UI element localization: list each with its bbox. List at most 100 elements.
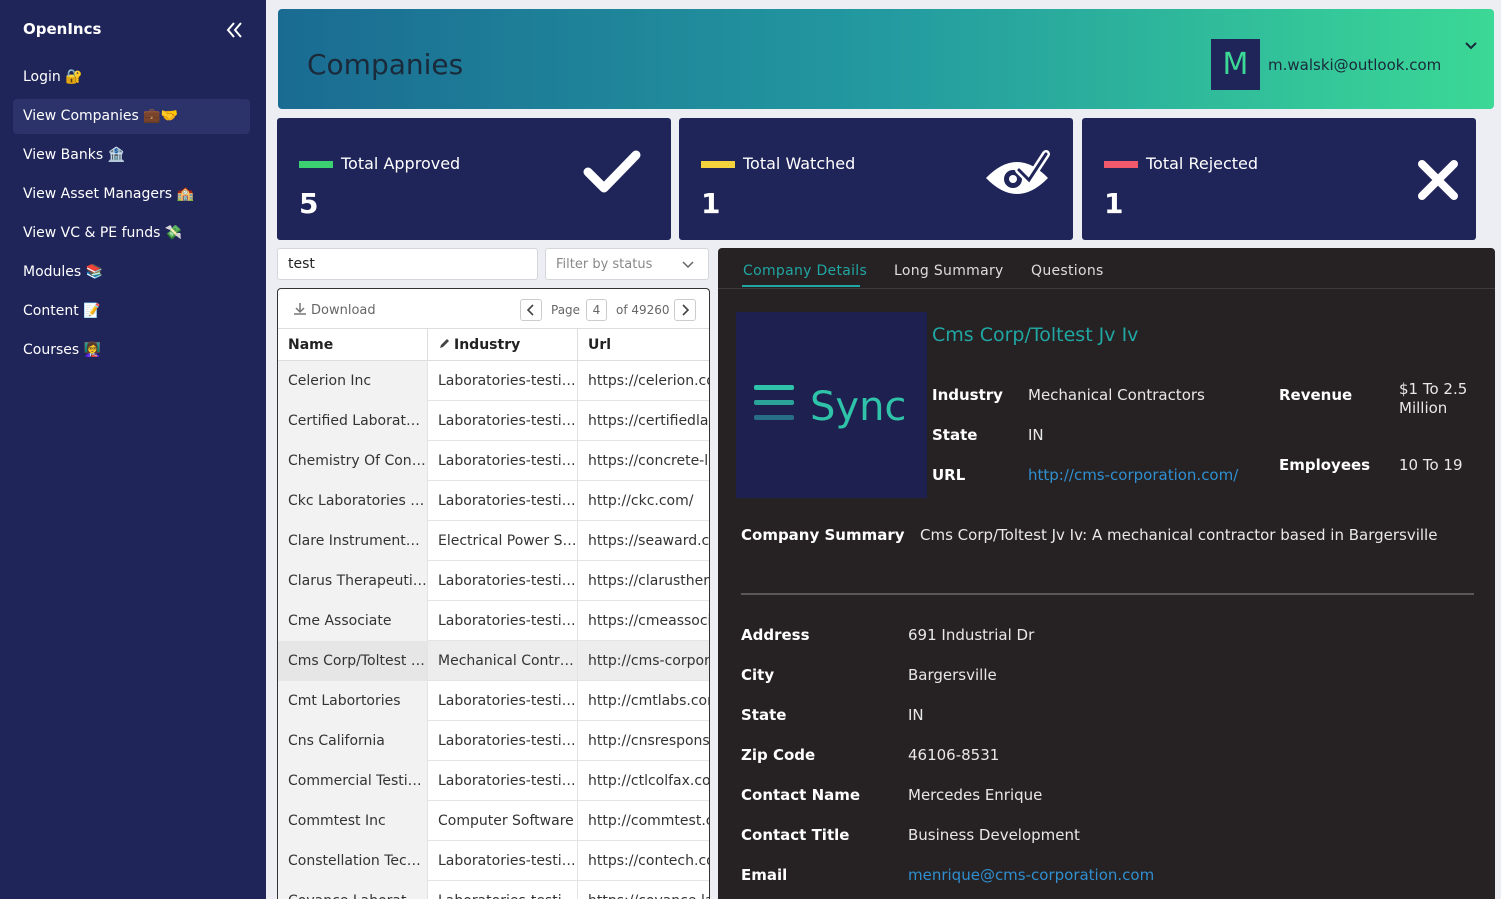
eye-check-icon xyxy=(986,150,1050,194)
sidebar-item-content[interactable]: Content 📝 xyxy=(13,294,250,329)
prev-page-button[interactable] xyxy=(520,299,542,321)
company-name: Cms Corp/Toltest Jv Iv xyxy=(932,324,1139,346)
download-label: Download xyxy=(311,303,376,318)
sidebar: OpenIncs Login 🔐 View Companies 💼🤝 View … xyxy=(0,0,266,899)
cell-url: https://covance.la... xyxy=(578,881,709,899)
cell-name: Cme Associate xyxy=(278,601,428,641)
download-button[interactable]: Download xyxy=(293,302,376,318)
stat-label: Total Rejected xyxy=(1146,154,1259,173)
sidebar-item-view-vc-pe-funds[interactable]: View VC & PE funds 💸 xyxy=(13,216,250,251)
cell-name: Cns California xyxy=(278,721,428,761)
table-row[interactable]: Covance Laborat...Laboratories-testinght… xyxy=(278,881,709,899)
collapse-sidebar-icon[interactable] xyxy=(225,20,243,40)
sidebar-item-login[interactable]: Login 🔐 xyxy=(13,60,250,95)
search-input[interactable] xyxy=(277,248,538,280)
cell-industry: Laboratories-testing xyxy=(428,761,578,801)
email-label: Email xyxy=(741,866,788,884)
page-title: Companies xyxy=(307,48,464,81)
table-row[interactable]: Constellation Tech... Laboratories-testin… xyxy=(278,841,709,881)
chevron-down-icon[interactable] xyxy=(1464,39,1478,53)
cell-name: Cmt Labortories xyxy=(278,681,428,721)
cell-industry: Laboratories-testing xyxy=(428,361,578,401)
user-email[interactable]: m.walski@outlook.com xyxy=(1268,56,1441,74)
table-row[interactable]: Commercial Testin... Laboratories-testing… xyxy=(278,761,709,801)
column-header-url[interactable]: Url xyxy=(578,329,709,361)
page-label: Page xyxy=(551,303,581,317)
sidebar-item-modules[interactable]: Modules 📚 xyxy=(13,255,250,290)
table-row[interactable]: Cns California Laboratories-testing http:/… xyxy=(278,721,710,761)
section-divider xyxy=(741,593,1474,595)
cell-name: Chemistry Of Conc... xyxy=(278,441,428,481)
contact-state-value: IN xyxy=(908,706,924,724)
sidebar-item-view-banks[interactable]: View Banks 🏦 xyxy=(13,138,250,173)
cell-industry: Computer Software xyxy=(428,801,578,841)
page-total: of 49260 xyxy=(616,303,670,317)
column-header-industry[interactable]: Industry xyxy=(428,329,578,361)
status-filter-select[interactable]: Filter by status xyxy=(545,248,709,280)
cell-name: Cms Corp/Toltest J... xyxy=(278,641,428,681)
table-row[interactable]: Clare Instruments I... Electrical Power S… xyxy=(278,521,709,561)
city-value: Bargersville xyxy=(908,666,997,684)
cell-url: https://concrete-la... xyxy=(588,453,709,469)
table-row[interactable]: Cms Corp/Toltest J... Mechanical Contra..… xyxy=(278,641,709,681)
company-summary-label: Company Summary xyxy=(741,526,905,544)
cell-industry: Laboratories-testing xyxy=(428,881,578,899)
table-row[interactable]: Commtest Inc Computer Software http://comm… xyxy=(278,801,709,841)
company-logo: Sync xyxy=(736,312,927,498)
next-page-button[interactable] xyxy=(674,299,696,321)
stat-value: 5 xyxy=(299,187,319,220)
cell-url: http://cnsresponse... xyxy=(588,733,710,749)
tab-long-summary[interactable]: Long Summary xyxy=(894,263,1004,279)
stat-label: Total Approved xyxy=(341,154,461,173)
sidebar-item-view-companies[interactable]: View Companies 💼🤝 xyxy=(13,99,250,134)
cell-url: http://commtest.co... xyxy=(588,813,709,829)
cell-name: Clarus Therapeutics xyxy=(278,561,428,601)
state-label: State xyxy=(932,426,978,444)
cell-name: Covance Laborat... xyxy=(278,881,428,899)
cell-name: Commercial Testin... xyxy=(278,761,428,801)
table-row[interactable]: Celerion Inc Laboratories-testing https://… xyxy=(278,361,709,401)
address-value: 691 Industrial Dr xyxy=(908,626,1035,644)
email-link[interactable]: menrique@cms-corporation.com xyxy=(908,866,1154,884)
table-row[interactable]: Chemistry Of Conc... Laboratories-testing… xyxy=(278,441,709,481)
tab-company-details[interactable]: Company Details xyxy=(743,263,867,279)
stat-label: Total Watched xyxy=(743,154,856,173)
city-label: City xyxy=(741,666,775,684)
table-row[interactable]: Certified Laboratori... Laboratories-test… xyxy=(278,401,709,441)
chevron-left-icon xyxy=(526,304,534,316)
sidebar-item-courses[interactable]: Courses 👩‍🏫 xyxy=(13,333,250,368)
company-details-panel: Company Details Long Summary Questions S… xyxy=(718,248,1495,899)
cell-name: Celerion Inc xyxy=(278,361,428,401)
contact-name-label: Contact Name xyxy=(741,786,861,804)
table-row[interactable]: Ckc Laboratories Inc Laboratories-testing… xyxy=(278,481,709,521)
watched-color-bar xyxy=(701,161,735,168)
stat-card-approved: Total Approved 5 xyxy=(277,118,671,240)
tab-questions[interactable]: Questions xyxy=(1031,263,1104,279)
close-x-icon xyxy=(1418,160,1458,200)
table-row[interactable]: Cme Associate Laboratories-testing https:/… xyxy=(278,601,709,641)
company-url-link[interactable]: http://cms-corporation.com/ xyxy=(1028,466,1238,484)
table-row[interactable]: Clarus Therapeutics Laboratories-testing h… xyxy=(278,561,709,601)
table-header: Name Industry Url xyxy=(278,329,709,361)
table-row[interactable]: Cmt Labortories Laboratories-testing http:… xyxy=(278,681,709,721)
cell-industry: Laboratories-testing xyxy=(428,681,578,721)
cell-industry: Laboratories-testing xyxy=(428,401,578,441)
revenue-label: Revenue xyxy=(1279,386,1353,404)
url-label: URL xyxy=(932,466,966,484)
zip-code-value: 46106-8531 xyxy=(908,746,1000,764)
cell-name: Certified Laboratori... xyxy=(278,401,428,441)
column-header-name[interactable]: Name xyxy=(278,329,428,361)
checkmark-icon xyxy=(583,150,641,193)
stat-value: 1 xyxy=(1104,187,1124,220)
page-number-input[interactable]: 4 xyxy=(586,299,607,321)
cell-industry: Laboratories-testing xyxy=(428,841,578,881)
details-tabs: Company Details Long Summary Questions xyxy=(718,248,1495,289)
download-icon xyxy=(294,303,306,315)
contact-title-label: Contact Title xyxy=(741,826,850,844)
cell-name: Ckc Laboratories Inc xyxy=(278,481,428,521)
sidebar-item-view-asset-managers[interactable]: View Asset Managers 🏫 xyxy=(13,177,250,212)
cell-url: http://cmtlabs.com/ xyxy=(588,693,709,709)
avatar[interactable]: M xyxy=(1211,39,1260,90)
company-logo-graphic: Sync xyxy=(754,384,906,430)
cell-url: https://contech.com/ xyxy=(588,853,709,869)
